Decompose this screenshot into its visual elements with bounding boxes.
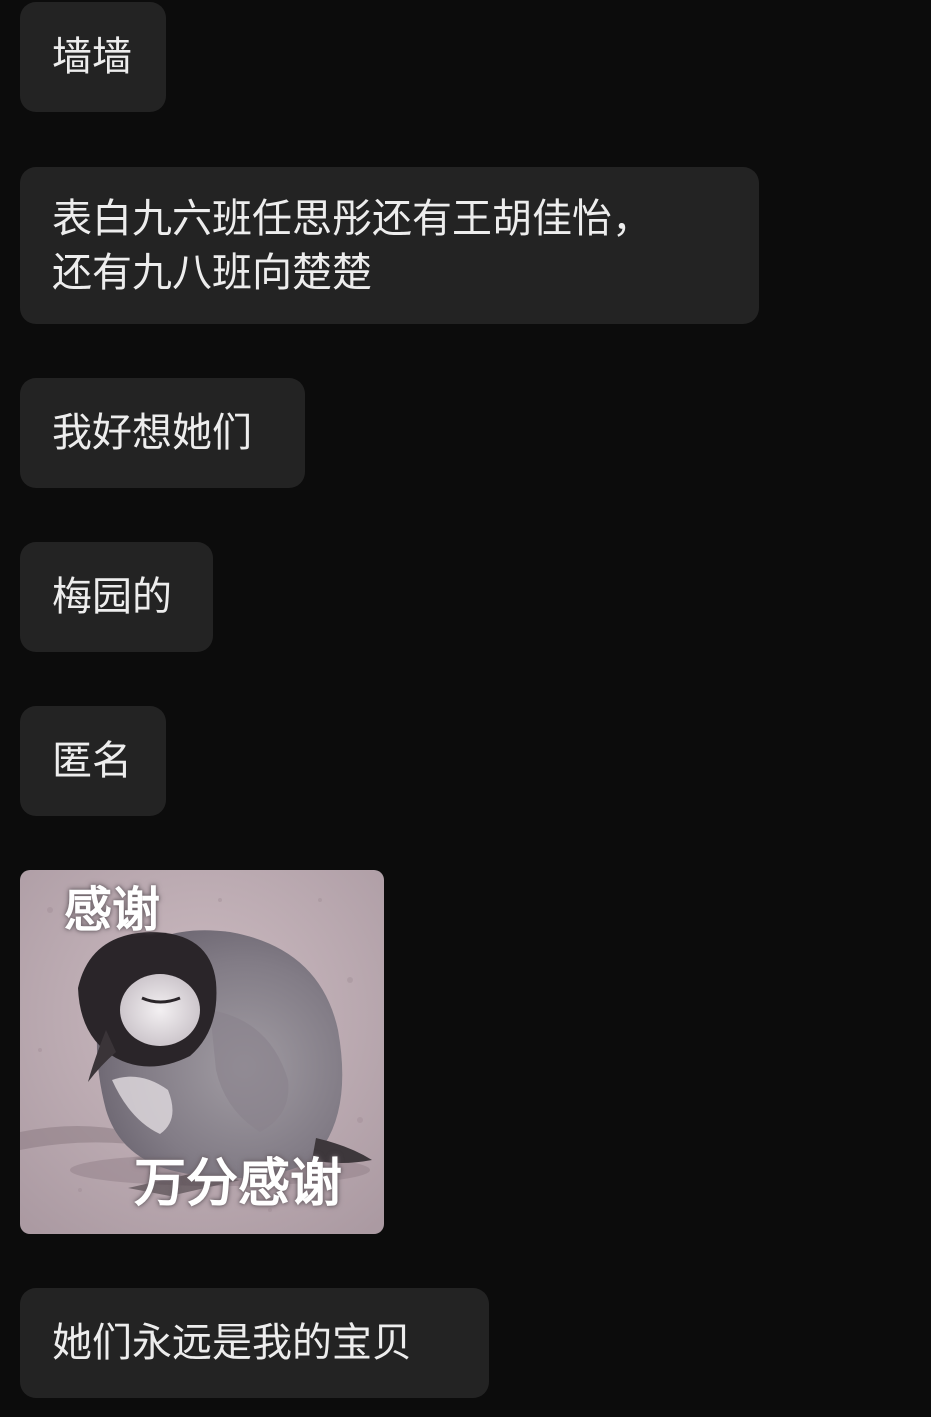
message-bubble[interactable]: 匿名 bbox=[20, 706, 166, 816]
chat-message-list: 墙墙 表白九六班任思彤还有王胡佳怡，还有九八班向楚楚 我好想她们 梅园的 匿名 bbox=[0, 0, 931, 1417]
message-bubble[interactable]: 梅园的 bbox=[20, 542, 213, 652]
message-text: 梅园的 bbox=[52, 574, 172, 620]
message-bubble[interactable]: 表白九六班任思彤还有王胡佳怡，还有九八班向楚楚 bbox=[20, 167, 759, 324]
sticker-caption-top: 感谢 bbox=[64, 882, 161, 938]
message-text: 墙墙 bbox=[52, 34, 132, 80]
sticker-image[interactable]: 感谢 万分感谢 bbox=[20, 870, 384, 1234]
message-text: 匿名 bbox=[52, 738, 132, 784]
sticker-caption-bottom: 万分感谢 bbox=[134, 1154, 343, 1214]
message-bubble[interactable]: 我好想她们 bbox=[20, 378, 305, 488]
message-bubble[interactable]: 墙墙 bbox=[20, 2, 166, 112]
message-bubble[interactable]: 她们永远是我的宝贝 bbox=[20, 1288, 489, 1398]
message-text: 我好想她们 bbox=[52, 410, 252, 456]
message-text: 表白九六班任思彤还有王胡佳怡，还有九八班向楚楚 bbox=[52, 196, 652, 296]
message-text: 她们永远是我的宝贝 bbox=[52, 1320, 412, 1366]
